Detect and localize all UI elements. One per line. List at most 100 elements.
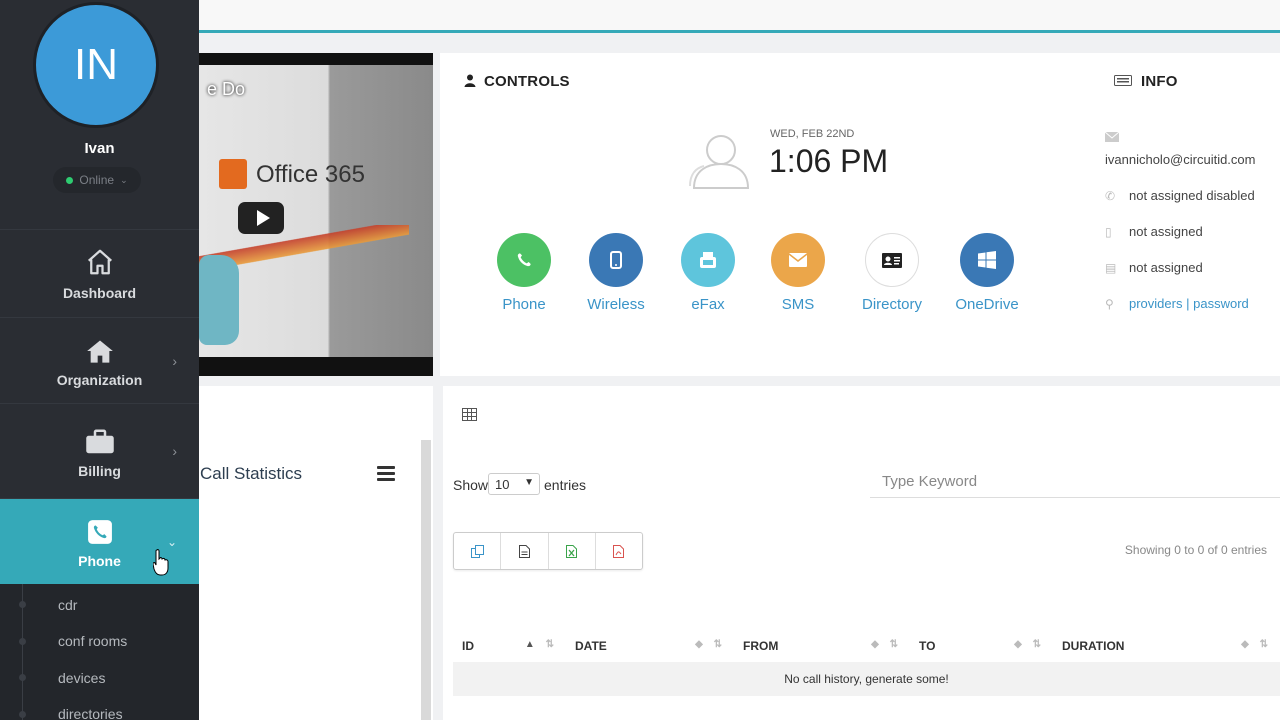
search-input[interactable]	[870, 466, 1280, 498]
sort-icon: ◆ ⇅	[1014, 639, 1045, 650]
info-phone: not assigned disabled	[1129, 188, 1255, 203]
column-header-label: DURATION	[1062, 639, 1125, 653]
onedrive-control-button[interactable]: OneDrive	[952, 233, 1022, 313]
export-button-group	[453, 532, 643, 570]
sort-icon: ◆ ⇅	[1241, 639, 1272, 650]
user-outline-icon	[689, 135, 750, 189]
table-row: No call history, generate some!	[453, 662, 1280, 696]
mobile-icon: ▯	[1105, 224, 1112, 239]
scrollbar[interactable]	[421, 440, 431, 720]
submenu-item-devices[interactable]: devices	[58, 670, 105, 686]
phone-control-button[interactable]: Phone	[489, 233, 559, 313]
onedrive-label: OneDrive	[955, 296, 1019, 313]
video-logo-text: Office 365	[256, 161, 365, 188]
wireless-control-button[interactable]: Wireless	[581, 233, 651, 313]
info-title-text: INFO	[1141, 73, 1178, 90]
envelope-icon	[771, 233, 825, 287]
status-label: Online	[79, 173, 115, 187]
sidebar: IN Ivan Online ⌄ Dashboard Organization …	[0, 0, 199, 720]
mobile-icon	[589, 233, 643, 287]
info-email: ivannicholo@circuitid.com	[1105, 152, 1256, 167]
info-title: INFO	[1114, 73, 1178, 90]
key-icon: ⚲	[1105, 296, 1114, 311]
clock-date: WED, FEB 22ND	[770, 128, 855, 140]
entries-label: entries	[544, 477, 587, 493]
entries-length-value: 10	[495, 477, 510, 492]
contact-card-icon	[865, 233, 919, 287]
call-statistics-panel: Call Statistics	[199, 386, 433, 720]
column-header-to[interactable]: TO ◆ ⇅	[910, 630, 1053, 662]
info-fax: not assigned	[1129, 260, 1203, 275]
caret-down-icon: ▼	[524, 477, 534, 488]
hamburger-menu-icon[interactable]	[377, 466, 395, 484]
controls-panel: CONTROLS WED, FEB 22ND 1:06 PM Phone Wir…	[440, 53, 1280, 376]
sidebar-item-phone[interactable]: Phone ⌄	[0, 498, 199, 584]
online-status-dot	[66, 176, 74, 184]
top-bar	[199, 0, 1280, 33]
sidebar-item-billing[interactable]: Billing ›	[0, 403, 199, 498]
submenu-bullet	[19, 711, 26, 718]
user-name: Ivan	[84, 140, 115, 157]
home-icon	[86, 340, 113, 363]
submenu-bullet	[19, 674, 26, 681]
clock-time: 1:06 PM	[769, 143, 889, 179]
sort-icon: ▲ ⇅	[524, 639, 558, 650]
column-header-duration[interactable]: DURATION ◆ ⇅	[1053, 630, 1280, 662]
phone-label: Phone	[502, 296, 546, 313]
column-header-label: ID	[462, 639, 474, 653]
call-statistics-title: Call Statistics	[200, 464, 303, 483]
providers-link[interactable]: providers	[1129, 296, 1182, 311]
chevron-down-icon: ⌄	[166, 534, 177, 549]
sms-control-button[interactable]: SMS	[763, 233, 833, 313]
sort-icon: ◆ ⇅	[695, 639, 726, 650]
copy-button[interactable]	[454, 533, 502, 569]
avatar[interactable]: IN	[33, 2, 159, 128]
info-fax-row: ▤ not assigned	[1105, 260, 1203, 275]
pdf-button[interactable]	[596, 533, 642, 569]
user-icon	[464, 74, 476, 87]
entries-length-select[interactable]: 10 ▼	[488, 473, 540, 495]
office-logo-icon	[219, 159, 247, 189]
column-header-label: TO	[919, 639, 936, 653]
password-link[interactable]: password	[1193, 296, 1249, 311]
submenu-bullet	[19, 638, 26, 645]
excel-button[interactable]	[549, 533, 596, 569]
sidebar-item-dashboard[interactable]: Dashboard	[0, 229, 199, 317]
submenu-item-conf-rooms[interactable]: conf rooms	[58, 633, 127, 649]
link-separator: |	[1186, 296, 1190, 311]
submenu-item-directories[interactable]: directories	[58, 706, 123, 720]
play-button[interactable]	[238, 202, 284, 234]
info-phone-row: ✆ not assigned disabled	[1105, 188, 1255, 203]
efax-control-button[interactable]: eFax	[673, 233, 743, 313]
sidebar-item-organization[interactable]: Organization ›	[0, 317, 199, 403]
submenu-item-cdr[interactable]: cdr	[58, 597, 77, 613]
sidebar-item-label: Organization	[56, 372, 143, 388]
phone-icon: ✆	[1105, 188, 1116, 203]
submenu-bullet	[19, 601, 26, 608]
directory-control-button[interactable]: Directory	[857, 233, 927, 313]
column-header-from[interactable]: FROM ◆ ⇅	[734, 630, 910, 662]
video-frame: Office 365	[199, 65, 433, 357]
chevron-right-icon: ›	[172, 352, 177, 369]
status-dropdown[interactable]: Online ⌄	[53, 167, 141, 193]
csv-button[interactable]	[501, 533, 549, 569]
column-header-label: FROM	[743, 639, 779, 653]
sms-label: SMS	[781, 296, 815, 313]
info-mobile-row: ▯ not assigned	[1105, 224, 1203, 239]
efax-label: eFax	[691, 296, 725, 313]
wireless-label: Wireless	[587, 296, 645, 313]
fax-icon	[681, 233, 735, 287]
phone-icon	[497, 233, 551, 287]
video-character-graphic	[199, 255, 239, 345]
column-header-date[interactable]: DATE ◆ ⇅	[566, 630, 734, 662]
column-header-id[interactable]: ID ▲ ⇅	[453, 630, 566, 662]
phone-submenu: cdr conf rooms devices directories	[0, 584, 199, 720]
video-player[interactable]: Office 365 e Do	[199, 53, 433, 376]
phone-icon	[87, 520, 112, 544]
briefcase-icon	[85, 429, 114, 454]
info-links-row: ⚲ providers | password	[1105, 296, 1249, 311]
sort-icon: ◆ ⇅	[871, 639, 902, 650]
show-label: Show	[453, 477, 489, 493]
avatar-initials: IN	[74, 40, 118, 89]
home-outline-icon	[87, 249, 112, 275]
